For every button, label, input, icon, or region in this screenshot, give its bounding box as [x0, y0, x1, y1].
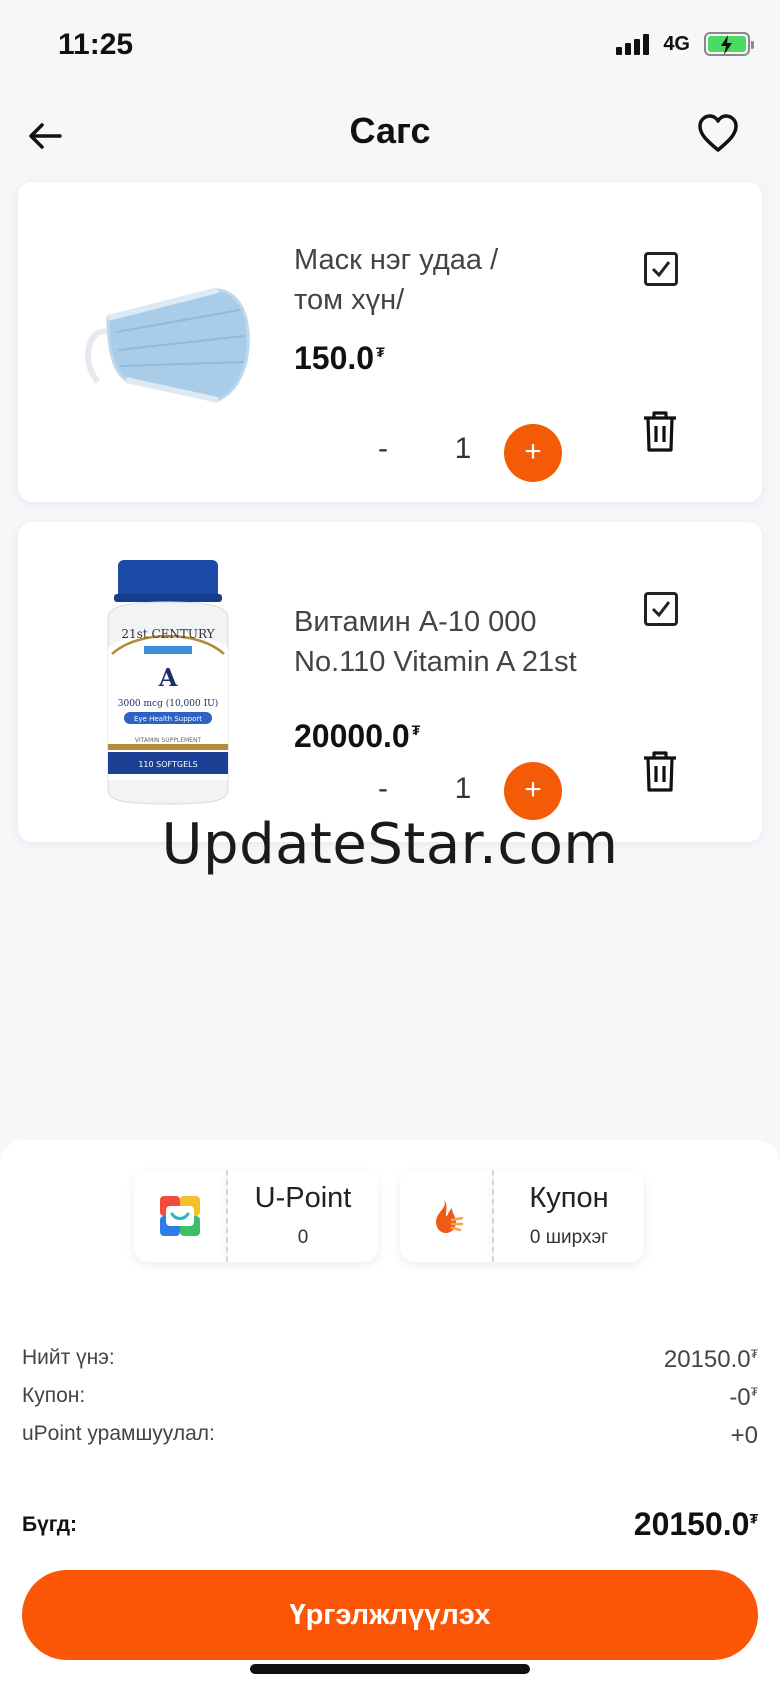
- continue-button[interactable]: Үргэлжлүүлэх: [22, 1570, 758, 1660]
- upoint-value: 0: [297, 1227, 309, 1248]
- select-checkbox[interactable]: [644, 592, 678, 626]
- signal-icon: [616, 33, 650, 55]
- summary-total-row: Бүгд: 20150.0₮: [22, 1506, 758, 1543]
- status-time: 11:25: [58, 28, 134, 61]
- checkmark-icon: [651, 261, 671, 278]
- svg-text:A: A: [158, 663, 178, 692]
- coupon-info[interactable]: Купон 0 ширхэг: [494, 1170, 644, 1262]
- summary-upoint-row: uPoint урамшуулал: +0: [22, 1422, 758, 1450]
- upoint-logo-icon[interactable]: [134, 1170, 228, 1262]
- delete-button[interactable]: [640, 750, 680, 794]
- upoint-info[interactable]: U-Point 0: [228, 1170, 378, 1262]
- quantity-value: 1: [454, 772, 472, 805]
- cart-item: 21st CENTURY A 3000 mcg (10,000 IU) Eye …: [18, 522, 762, 842]
- total-label: Бүгд:: [22, 1512, 78, 1536]
- svg-text:Eye Health Support: Eye Health Support: [134, 715, 202, 723]
- coupon-discount-label: Купон:: [22, 1384, 86, 1407]
- product-price: 20000.0 ₮: [294, 718, 421, 754]
- status-indicators: 4G: [616, 32, 754, 56]
- trash-icon: [644, 411, 676, 452]
- network-type: 4G: [663, 32, 690, 55]
- product-image-mask: [68, 222, 268, 462]
- subtotal-value: 20150.0₮: [663, 1346, 758, 1373]
- promo-row: U-Point 0 Купон 0 ширхэг: [134, 1170, 644, 1262]
- battery-icon: [704, 32, 754, 56]
- checkmark-icon: [651, 601, 671, 618]
- trash-icon: [644, 751, 676, 792]
- upoint-bonus-value: +0: [730, 1422, 758, 1449]
- coupon-value: 0 ширхэг: [529, 1227, 609, 1248]
- subtotal-label: Нийт үнэ:: [22, 1346, 115, 1369]
- upoint-card[interactable]: U-Point 0: [134, 1170, 378, 1262]
- svg-text:110 SOFTGELS: 110 SOFTGELS: [138, 760, 197, 769]
- svg-text:VITAMIN SUPPLEMENT: VITAMIN SUPPLEMENT: [135, 737, 202, 744]
- coupon-card[interactable]: Купон 0 ширхэг: [400, 1170, 644, 1262]
- upoint-bonus-label: uPoint урамшуулал:: [22, 1422, 215, 1445]
- select-checkbox[interactable]: [644, 252, 678, 286]
- cart-item: Маск нэг удаа / том хүн/ 150.0 ₮ - 1 +: [18, 182, 762, 502]
- coupon-discount-value: -0₮: [729, 1384, 758, 1411]
- product-price: 150.0 ₮: [294, 340, 385, 376]
- upoint-title: U-Point: [254, 1182, 352, 1214]
- svg-text:3000 mcg (10,000 IU): 3000 mcg (10,000 IU): [118, 698, 218, 709]
- watermark-text: UpdateStar.com: [161, 812, 619, 877]
- quantity-increase-button[interactable]: +: [504, 424, 562, 482]
- status-bar: 11:25 4G: [0, 0, 780, 96]
- quantity-decrease-button[interactable]: -: [368, 772, 398, 806]
- nav-bar: Сагс: [0, 96, 780, 176]
- favorites-button[interactable]: [696, 112, 740, 156]
- summary-coupon-row: Купон: -0₮: [22, 1384, 758, 1412]
- page-title: Сагс: [349, 110, 431, 151]
- svg-text:21st CENTURY: 21st CENTURY: [121, 627, 215, 641]
- product-image-vitamin: 21st CENTURY A 3000 mcg (10,000 IU) Eye …: [88, 558, 248, 805]
- delete-button[interactable]: [640, 410, 680, 454]
- summary-subtotal-row: Нийт үнэ: 20150.0₮: [22, 1346, 758, 1374]
- home-indicator: [250, 1664, 530, 1674]
- coupon-title: Купон: [529, 1182, 609, 1214]
- coupon-flame-icon[interactable]: [400, 1170, 494, 1262]
- product-name: Витамин А-10 000 No.110 Vitamin A 21st: [294, 606, 577, 678]
- product-name: Маск нэг удаа / том хүн/: [294, 244, 499, 316]
- heart-icon: [698, 114, 738, 152]
- quantity-decrease-button[interactable]: -: [368, 432, 398, 466]
- total-value: 20150.0₮: [633, 1506, 758, 1542]
- quantity-value: 1: [454, 432, 472, 465]
